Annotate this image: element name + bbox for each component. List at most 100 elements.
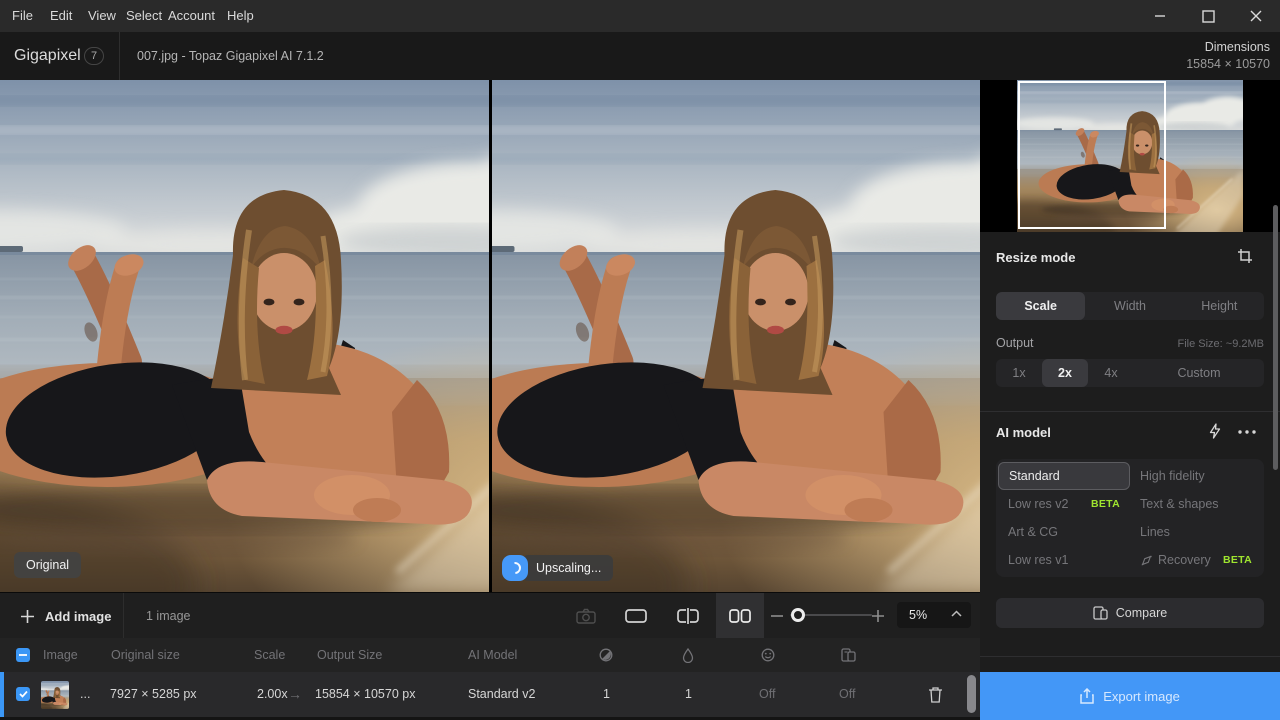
zoom-in-button[interactable] — [872, 593, 884, 639]
maximize-icon — [1202, 10, 1215, 23]
zoom-level-dropdown[interactable]: 5% — [897, 602, 971, 628]
close-icon — [1250, 10, 1262, 22]
tab-scale[interactable]: Scale — [996, 292, 1085, 320]
scale-options: 1x 2x 4x Custom — [996, 359, 1264, 387]
zoom-value: 5% — [909, 602, 927, 628]
model-label: Art & CG — [1008, 525, 1120, 539]
original-image-pane[interactable] — [0, 80, 489, 592]
preview-image-pane[interactable] — [492, 80, 980, 592]
split-view-icon — [677, 608, 699, 624]
menu-bar: File Edit View Select Account Help — [0, 0, 1280, 32]
single-view-icon — [625, 609, 647, 623]
model-recovery[interactable]: Recovery BETA — [1130, 546, 1262, 574]
add-image-button[interactable]: Add image — [20, 593, 111, 639]
scale-2x[interactable]: 2x — [1042, 359, 1088, 387]
single-view-button[interactable] — [612, 593, 660, 639]
col-ai-model: AI Model — [468, 638, 517, 672]
model-low-res-v1[interactable]: Low res v1 — [998, 546, 1130, 574]
close-button[interactable] — [1239, 0, 1273, 32]
col-original-size: Original size — [111, 638, 180, 672]
model-label: Text & shapes — [1140, 497, 1252, 511]
beta-badge: BETA — [1223, 554, 1252, 566]
col-output-size: Output Size — [317, 638, 382, 672]
side-by-side-icon — [729, 609, 751, 623]
image-table: Image Original size Scale Output Size AI… — [0, 638, 980, 720]
model-standard[interactable]: Standard — [998, 462, 1130, 490]
model-label: Standard — [1009, 469, 1119, 483]
beta-badge: BETA — [1091, 498, 1120, 510]
ai-model-title: AI model — [996, 425, 1051, 440]
row-output-size: 15854 × 10570 px — [315, 672, 415, 717]
image-count: 1 image — [146, 593, 190, 639]
menu-help[interactable]: Help — [227, 0, 254, 32]
menu-select[interactable]: Select — [126, 0, 162, 32]
section-divider — [980, 411, 1280, 412]
preview-photo — [492, 80, 980, 592]
version-badge: 7 — [84, 47, 104, 65]
row-scale: 2.00x — [257, 672, 288, 717]
model-art-cg[interactable]: Art & CG — [998, 518, 1130, 546]
snapshot-button[interactable] — [562, 593, 610, 639]
row-ai-model: Standard v2 — [468, 672, 535, 717]
file-size-estimate: File Size: ~9.2MB — [1177, 338, 1264, 350]
row-denoise: 1 — [685, 672, 692, 717]
document-title: 007.jpg - Topaz Gigapixel AI 7.1.2 — [137, 32, 324, 80]
col-image: Image — [43, 638, 78, 672]
menu-account[interactable]: Account — [168, 0, 215, 32]
sidebar-scrollbar[interactable] — [1273, 205, 1278, 470]
zoom-slider-knob[interactable] — [791, 608, 805, 622]
menu-edit[interactable]: Edit — [50, 0, 72, 32]
table-row[interactable]: ... 7927 × 5285 px 2.00x → 15854 × 10570… — [0, 672, 980, 717]
settings-sidebar: Resize mode Scale Width Height Output Fi… — [980, 80, 1280, 720]
row-original-size: 7927 × 5285 px — [110, 672, 197, 717]
model-lines[interactable]: Lines — [1130, 518, 1262, 546]
row-gamma: Off — [839, 672, 855, 717]
row-checkbox[interactable] — [16, 687, 30, 701]
original-label: Original — [14, 552, 81, 578]
arrow-right-icon: → — [288, 672, 302, 717]
resize-mode-title: Resize mode — [996, 250, 1075, 265]
crop-icon[interactable] — [1237, 248, 1253, 264]
tab-width[interactable]: Width — [1085, 292, 1174, 320]
table-header: Image Original size Scale Output Size AI… — [0, 638, 980, 672]
face-recovery-icon — [761, 648, 775, 662]
maximize-button[interactable] — [1191, 0, 1225, 32]
row-selection-bar — [0, 672, 4, 717]
scale-custom[interactable]: Custom — [1134, 359, 1264, 387]
sparkle-icon — [1140, 554, 1153, 567]
menu-file[interactable]: File — [12, 0, 33, 32]
minus-icon — [771, 610, 783, 622]
model-label: Low res v2 — [1008, 497, 1091, 511]
export-label: Export image — [1103, 689, 1180, 704]
minimize-button[interactable] — [1143, 0, 1177, 32]
output-label: Output — [996, 336, 1034, 350]
model-low-res-v2[interactable]: Low res v2 BETA — [998, 490, 1130, 518]
compare-button[interactable]: Compare — [996, 598, 1264, 628]
scale-1x[interactable]: 1x — [996, 359, 1042, 387]
model-label: High fidelity — [1140, 469, 1252, 483]
split-view-button[interactable] — [664, 593, 712, 639]
section-divider — [980, 656, 1280, 657]
dimensions-readout: Dimensions 15854 × 10570 — [1186, 39, 1270, 73]
model-label: Lines — [1140, 525, 1252, 539]
row-ellipsis: ... — [80, 672, 90, 717]
zoom-out-button[interactable] — [771, 593, 783, 639]
app-name: Gigapixel — [14, 32, 81, 80]
export-image-button[interactable]: Export image — [980, 672, 1280, 720]
ellipsis-icon[interactable] — [1238, 430, 1256, 434]
model-text-shapes[interactable]: Text & shapes — [1130, 490, 1262, 518]
plus-icon — [872, 610, 884, 622]
table-scrollbar[interactable] — [967, 675, 976, 713]
scale-4x[interactable]: 4x — [1088, 359, 1134, 387]
tab-height[interactable]: Height — [1175, 292, 1264, 320]
viewport-rectangle[interactable] — [1018, 81, 1166, 229]
side-by-side-view-button[interactable] — [716, 593, 764, 639]
menu-view[interactable]: View — [88, 0, 116, 32]
lightning-icon[interactable] — [1208, 423, 1222, 439]
select-all-checkbox[interactable] — [16, 648, 30, 662]
model-label: Low res v1 — [1008, 553, 1120, 567]
chevron-up-icon — [951, 610, 962, 617]
compare-label: Compare — [1116, 606, 1167, 620]
trash-icon[interactable] — [928, 686, 943, 703]
model-high-fidelity[interactable]: High fidelity — [1130, 462, 1262, 490]
